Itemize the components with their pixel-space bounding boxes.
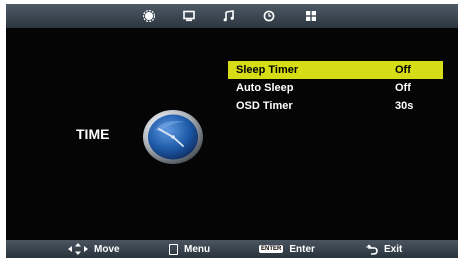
picture-icon xyxy=(143,10,155,22)
tab-sound[interactable] xyxy=(219,7,239,25)
clock-icon xyxy=(263,10,275,22)
menu-item-label: Auto Sleep xyxy=(236,82,294,94)
return-arrow-icon xyxy=(366,244,378,255)
hint-exit: Exit xyxy=(366,240,402,258)
menu-item-value: Off xyxy=(395,82,411,94)
menu-item-label: OSD Timer xyxy=(236,100,293,112)
monitor-icon xyxy=(183,10,195,22)
tab-bar xyxy=(6,4,458,28)
move-arrows-icon xyxy=(68,243,88,255)
hint-menu-label: Menu xyxy=(184,243,211,255)
menu-key-icon xyxy=(169,243,178,255)
tab-screen[interactable] xyxy=(179,7,199,25)
hint-menu: Menu xyxy=(169,240,210,258)
music-note-icon xyxy=(223,10,234,22)
menu-item-value: Off xyxy=(395,64,411,76)
menu-panel xyxy=(6,28,458,240)
menu-item-label: Sleep Timer xyxy=(236,64,299,76)
hint-enter-label: Enter xyxy=(289,243,315,255)
grid-icon xyxy=(306,11,316,21)
analog-clock-icon xyxy=(143,110,203,164)
tab-time[interactable] xyxy=(259,7,279,25)
menu-item-osd-timer[interactable]: OSD Timer 30s xyxy=(228,97,443,115)
tv-screen: TIME Sleep Timer Off Auto Sleep Off OSD … xyxy=(6,4,458,258)
time-settings-list: Sleep Timer Off Auto Sleep Off OSD Timer… xyxy=(228,61,443,115)
hint-move-label: Move xyxy=(94,243,120,255)
menu-item-value: 30s xyxy=(395,100,414,112)
hint-move: Move xyxy=(68,240,120,258)
tab-setup[interactable] xyxy=(301,7,321,25)
menu-item-sleep-timer[interactable]: Sleep Timer Off xyxy=(228,61,443,79)
hint-enter: ENTER Enter xyxy=(259,240,315,258)
enter-key-icon: ENTER xyxy=(259,245,284,253)
footer-hints: Move Menu ENTER Enter Exit xyxy=(6,240,458,258)
menu-item-auto-sleep[interactable]: Auto Sleep Off xyxy=(228,79,443,97)
tab-picture[interactable] xyxy=(139,7,159,25)
section-title: TIME xyxy=(76,126,110,142)
hint-exit-label: Exit xyxy=(384,243,403,255)
